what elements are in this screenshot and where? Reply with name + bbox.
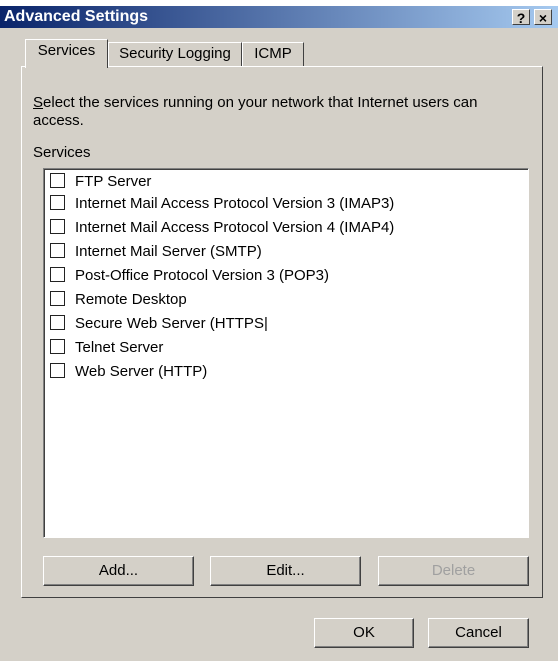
services-list-label: Services xyxy=(33,144,91,161)
checkbox[interactable] xyxy=(50,243,65,259)
service-item-http[interactable]: Web Server (HTTP) xyxy=(50,361,207,383)
dialog-title: Advanced Settings xyxy=(4,8,149,25)
service-item-imap3[interactable]: Internet Mail Access Protocol Version 3 … xyxy=(50,193,394,215)
checkbox[interactable] xyxy=(50,267,65,283)
checkbox[interactable] xyxy=(50,219,65,235)
service-item-smtp[interactable]: Internet Mail Server (SMTP) xyxy=(50,241,262,263)
checkbox[interactable] xyxy=(50,339,65,355)
service-label: Secure Web Server (HTTPS| xyxy=(75,315,268,332)
tab-security-logging[interactable]: Security Logging xyxy=(108,42,242,66)
service-label: Remote Desktop xyxy=(75,291,187,308)
delete-button[interactable]: Delete xyxy=(378,556,529,586)
service-label: Internet Mail Access Protocol Version 3 … xyxy=(75,195,395,212)
service-item-imap4[interactable]: Internet Mail Access Protocol Version 4 … xyxy=(50,217,394,239)
description-text: elect the services running on your netwo… xyxy=(33,94,478,129)
service-item-remote-desktop[interactable]: Remote Desktop xyxy=(50,289,187,311)
ok-button[interactable]: OK xyxy=(314,618,414,648)
service-item-telnet[interactable]: Telnet Server xyxy=(50,337,163,359)
service-label: Internet Mail Access Protocol Version 4 … xyxy=(75,219,395,236)
tab-services[interactable]: Services xyxy=(25,39,108,68)
checkbox[interactable] xyxy=(50,363,65,379)
add-button[interactable]: Add... xyxy=(43,556,194,586)
services-listbox[interactable]: FTP Server Internet Mail Access Protocol… xyxy=(43,168,529,538)
service-label: Post-Office Protocol Version 3 (POP3) xyxy=(75,267,329,284)
tab-icmp[interactable]: ICMP xyxy=(242,42,304,66)
checkbox[interactable] xyxy=(50,291,65,307)
service-label: FTP Server xyxy=(75,173,152,190)
cancel-button[interactable]: Cancel xyxy=(428,618,529,648)
checkbox[interactable] xyxy=(50,195,65,211)
services-description: Select the services running on your netw… xyxy=(33,94,528,130)
close-icon[interactable]: × xyxy=(534,9,552,26)
service-label: Telnet Server xyxy=(75,339,164,356)
help-icon[interactable]: ? xyxy=(512,9,530,26)
mnemonic-letter: S xyxy=(33,94,44,111)
service-item-pop3[interactable]: Post-Office Protocol Version 3 (POP3) xyxy=(50,265,329,287)
service-item-https[interactable]: Secure Web Server (HTTPS| xyxy=(50,313,268,335)
service-label: Web Server (HTTP) xyxy=(75,363,208,380)
service-item-ftp[interactable]: FTP Server xyxy=(50,171,151,193)
checkbox[interactable] xyxy=(50,173,65,189)
checkbox[interactable] xyxy=(50,315,65,331)
service-label: Internet Mail Server (SMTP) xyxy=(75,243,262,260)
title-bar[interactable]: Advanced Settings ? × xyxy=(0,6,558,28)
edit-button[interactable]: Edit... xyxy=(210,556,361,586)
